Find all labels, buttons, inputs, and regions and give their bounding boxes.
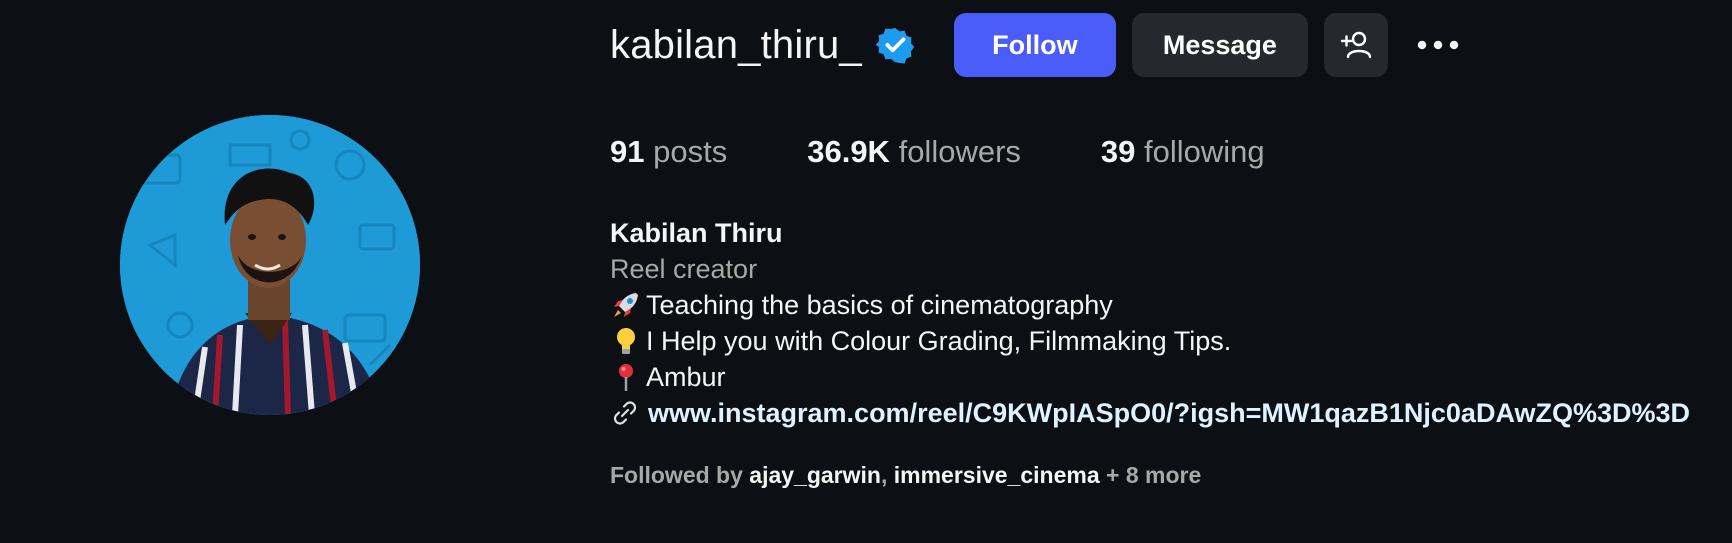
suggest-accounts-button[interactable]	[1323, 13, 1388, 77]
mutual-follower-link[interactable]: immersive_cinema	[894, 462, 1100, 488]
following-count: 39	[1100, 134, 1136, 169]
followed-by-separator: ,	[880, 462, 888, 488]
mutual-follower-link[interactable]: ajay_garwin	[749, 462, 881, 488]
more-options-icon	[1417, 40, 1459, 50]
avatar-image	[120, 115, 420, 415]
posts-label: posts	[653, 134, 728, 169]
follow-button[interactable]: Follow	[953, 13, 1116, 77]
profile-avatar[interactable]	[120, 115, 420, 415]
message-button[interactable]: Message	[1131, 13, 1308, 77]
lightbulb-icon	[617, 328, 635, 354]
more-options-button[interactable]	[1414, 25, 1462, 65]
followers-label: followers	[898, 134, 1021, 169]
bio-text: I Help you with Colour Grading, Filmmaki…	[646, 326, 1232, 356]
followed-by-more[interactable]: + 8 more	[1106, 462, 1201, 488]
profile-header: kabilan_thiru_ Follow Message 91 posts 3…	[0, 0, 1732, 543]
followed-by[interactable]: Followed by ajay_garwin, immersive_cinem…	[610, 462, 1201, 489]
followers-count: 36.9K	[807, 134, 890, 169]
bio-line: Teaching the basics of cinematography	[610, 287, 1690, 323]
profile-stats: 91 posts 36.9K followers 39 following	[610, 134, 1345, 170]
verified-badge-icon	[875, 27, 914, 64]
profile-username: kabilan_thiru_	[610, 22, 862, 67]
link-icon	[613, 401, 637, 425]
bio-line: Ambur	[610, 359, 1690, 395]
posts-stat: 91 posts	[610, 134, 727, 170]
following-label: following	[1144, 134, 1265, 169]
profile-full-name: Kabilan Thiru	[610, 218, 783, 248]
bio-line: I Help you with Colour Grading, Filmmaki…	[610, 323, 1690, 359]
posts-count: 91	[610, 134, 645, 169]
rocket-icon	[614, 293, 638, 317]
followed-by-prefix: Followed by	[610, 462, 743, 488]
profile-actions-row: kabilan_thiru_ Follow Message	[610, 12, 1462, 78]
followers-stat[interactable]: 36.9K followers	[807, 134, 1021, 170]
bio-text: Teaching the basics of cinematography	[646, 290, 1113, 320]
profile-category: Reel creator	[610, 254, 758, 284]
pin-icon	[619, 364, 633, 391]
profile-link-text[interactable]: www.instagram.com/reel/C9KWpIASpO0/?igsh…	[648, 395, 1690, 431]
profile-bio: Kabilan Thiru Reel creator Teaching the …	[610, 215, 1690, 431]
profile-link[interactable]: www.instagram.com/reel/C9KWpIASpO0/?igsh…	[610, 395, 1690, 431]
person-add-icon	[1340, 31, 1372, 59]
following-stat[interactable]: 39 following	[1101, 134, 1265, 170]
bio-text: Ambur	[646, 362, 726, 392]
